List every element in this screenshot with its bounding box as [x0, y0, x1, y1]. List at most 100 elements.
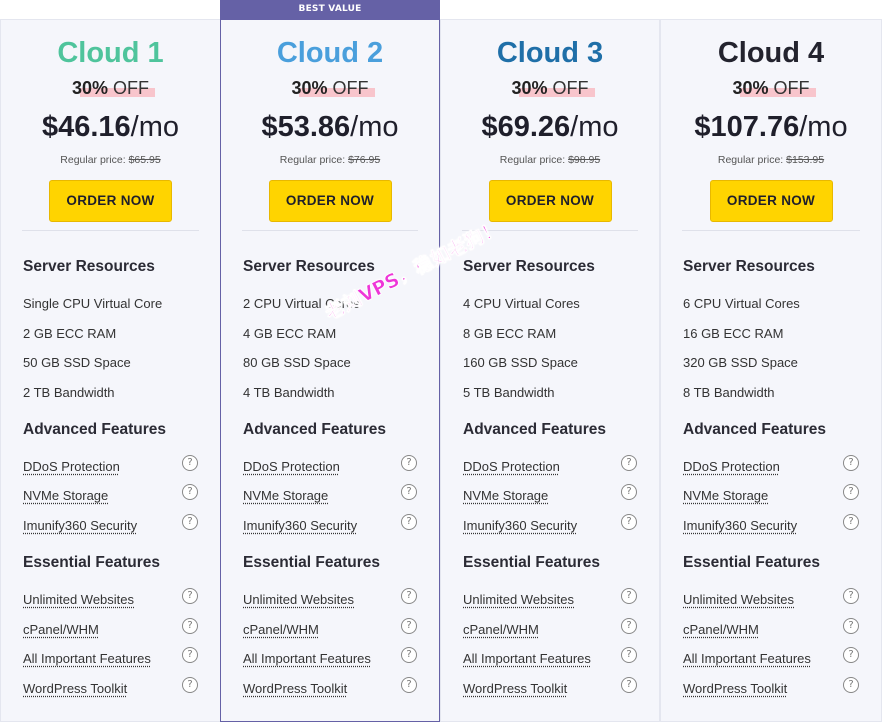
advanced-feature-link[interactable]: Imunify360 Security	[683, 518, 797, 533]
price-period: /mo	[570, 111, 619, 143]
essential-feature-link[interactable]: cPanel/WHM	[23, 622, 99, 637]
advanced-feature-link[interactable]: NVMe Storage	[463, 488, 548, 503]
price-period: /mo	[799, 111, 848, 143]
help-icon[interactable]: ?	[401, 588, 417, 604]
help-icon[interactable]: ?	[621, 618, 637, 634]
essential-features-title: Essential Features	[23, 554, 160, 571]
help-icon[interactable]: ?	[182, 588, 198, 604]
help-icon[interactable]: ?	[843, 677, 859, 693]
regular-price-label: Regular price:	[60, 154, 126, 166]
plan-card-1: Cloud 1 30% OFF $46.16/mo Regular price: $6…	[0, 19, 221, 722]
server-resource-item: 16 GB ECC RAM	[683, 326, 784, 341]
regular-price-label: Regular price:	[279, 154, 346, 166]
essential-features-title: Essential Features	[683, 554, 820, 571]
price-amount: $107.76	[694, 111, 800, 143]
advanced-feature-link[interactable]: Imunify360 Security	[23, 518, 137, 533]
server-resources-title: Server Resources	[23, 258, 155, 275]
essential-feature-link[interactable]: Unlimited Websites	[683, 592, 794, 607]
divider	[22, 230, 199, 231]
help-icon[interactable]: ?	[843, 455, 859, 471]
order-now-button[interactable]: ORDER NOW	[268, 180, 392, 222]
plan-name: Cloud 3	[496, 37, 604, 69]
discount-highlight: 30% OFF	[291, 78, 375, 99]
essential-feature-link[interactable]: All Important Features	[463, 651, 591, 666]
help-icon[interactable]: ?	[401, 618, 417, 634]
price: $107.76/mo	[661, 111, 881, 144]
order-now-button[interactable]: ORDER NOW	[709, 180, 833, 222]
help-icon[interactable]: ?	[843, 484, 859, 500]
help-icon[interactable]: ?	[401, 647, 417, 663]
server-resource-item: 6 CPU Virtual Cores	[683, 296, 800, 311]
help-icon[interactable]: ?	[621, 514, 637, 530]
advanced-feature-link[interactable]: Imunify360 Security	[243, 518, 357, 533]
discount-off: OFF	[773, 78, 810, 98]
advanced-feature-link[interactable]: DDoS Protection	[683, 459, 780, 474]
server-resource-item: 5 TB Bandwidth	[463, 385, 555, 400]
advanced-feature-link[interactable]: Imunify360 Security	[463, 518, 577, 533]
order-now-button[interactable]: ORDER NOW	[488, 180, 612, 222]
help-icon[interactable]: ?	[401, 484, 417, 500]
advanced-feature-link[interactable]: DDoS Protection	[463, 459, 560, 474]
advanced-feature-link[interactable]: DDoS Protection	[23, 459, 120, 474]
advanced-feature-link[interactable]: NVMe Storage	[683, 488, 768, 503]
help-icon[interactable]: ?	[843, 588, 859, 604]
server-resource-item: 4 TB Bandwidth	[243, 385, 335, 400]
essential-feature-link[interactable]: cPanel/WHM	[683, 622, 759, 637]
price-amount: $46.16	[41, 111, 131, 143]
essential-feature-link[interactable]: All Important Features	[23, 651, 151, 666]
order-now-button[interactable]: ORDER NOW	[49, 180, 172, 222]
essential-feature-link[interactable]: WordPress Toolkit	[463, 681, 567, 696]
essential-feature-link[interactable]: Unlimited Websites	[243, 592, 354, 607]
server-resources-title: Server Resources	[243, 258, 375, 275]
server-resource-item: 80 GB SSD Space	[243, 355, 351, 370]
server-resource-item: 50 GB SSD Space	[23, 355, 131, 370]
advanced-features-title: Advanced Features	[243, 421, 386, 438]
advanced-features-title: Advanced Features	[683, 421, 826, 438]
discount-highlight: 30% OFF	[72, 78, 156, 99]
help-icon[interactable]: ?	[182, 647, 198, 663]
essential-feature-link[interactable]: cPanel/WHM	[243, 622, 319, 637]
help-icon[interactable]: ?	[621, 588, 637, 604]
price: $69.26/mo	[441, 111, 659, 144]
help-icon[interactable]: ?	[182, 677, 198, 693]
essential-feature-link[interactable]: All Important Features	[683, 651, 811, 666]
price: $53.86/mo	[221, 111, 439, 144]
help-icon[interactable]: ?	[843, 618, 859, 634]
help-icon[interactable]: ?	[621, 677, 637, 693]
regular-price-value: $76.95	[348, 154, 381, 166]
help-icon[interactable]: ?	[621, 455, 637, 471]
help-icon[interactable]: ?	[401, 677, 417, 693]
discount-percent: 30%	[732, 78, 769, 98]
essential-feature-link[interactable]: WordPress Toolkit	[683, 681, 787, 696]
essential-feature-link[interactable]: WordPress Toolkit	[23, 681, 127, 696]
server-resource-item: Single CPU Virtual Core	[23, 296, 163, 311]
advanced-feature-link[interactable]: NVMe Storage	[23, 488, 108, 503]
plan-name: Cloud 4	[717, 37, 825, 69]
discount-label: 30% OFF	[1, 78, 220, 99]
plan-name: Cloud 1	[57, 37, 164, 69]
help-icon[interactable]: ?	[182, 484, 198, 500]
help-icon[interactable]: ?	[182, 618, 198, 634]
advanced-feature-link[interactable]: DDoS Protection	[243, 459, 340, 474]
help-icon[interactable]: ?	[843, 647, 859, 663]
essential-feature-link[interactable]: All Important Features	[243, 651, 371, 666]
essential-feature-link[interactable]: Unlimited Websites	[463, 592, 574, 607]
server-resources-title: Server Resources	[683, 258, 815, 275]
help-icon[interactable]: ?	[182, 455, 198, 471]
advanced-feature-link[interactable]: NVMe Storage	[243, 488, 328, 503]
help-icon[interactable]: ?	[621, 484, 637, 500]
essential-feature-link[interactable]: cPanel/WHM	[463, 622, 539, 637]
server-resource-item: 320 GB SSD Space	[683, 355, 798, 370]
regular-price: Regular price: $76.95	[221, 154, 439, 166]
discount-percent: 30%	[511, 78, 548, 98]
essential-feature-link[interactable]: Unlimited Websites	[23, 592, 134, 607]
help-icon[interactable]: ?	[401, 455, 417, 471]
regular-price-value: $65.95	[128, 154, 161, 166]
help-icon[interactable]: ?	[621, 647, 637, 663]
help-icon[interactable]: ?	[182, 514, 198, 530]
divider	[242, 230, 418, 231]
discount-label: 30% OFF	[441, 78, 659, 99]
help-icon[interactable]: ?	[401, 514, 417, 530]
help-icon[interactable]: ?	[843, 514, 859, 530]
essential-feature-link[interactable]: WordPress Toolkit	[243, 681, 347, 696]
